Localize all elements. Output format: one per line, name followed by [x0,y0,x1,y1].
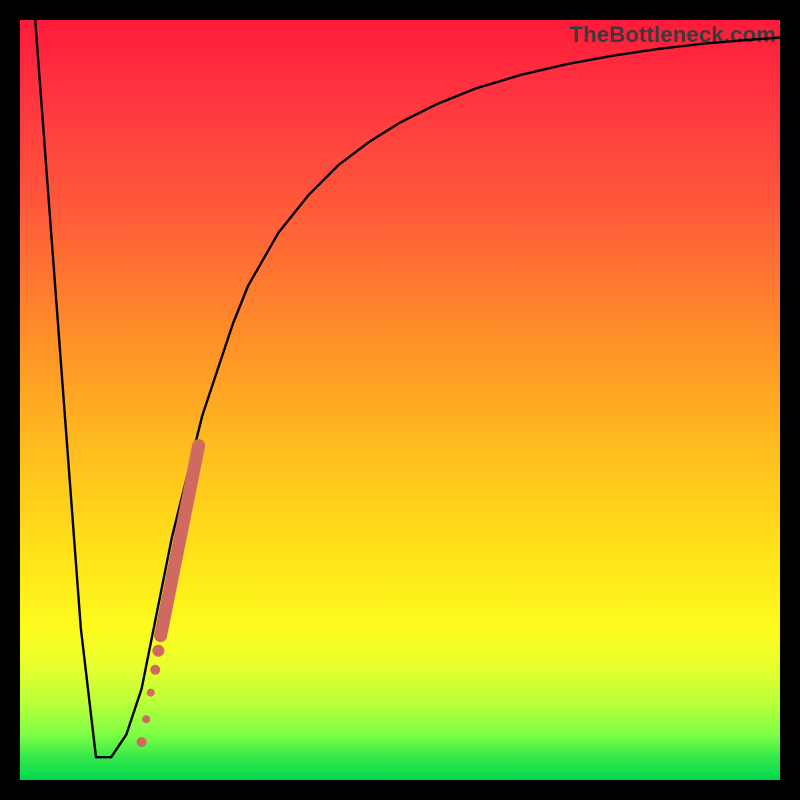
highlight-thick-segment [161,446,199,636]
highlight-markers [137,446,199,747]
plot-area: TheBottleneck.com [20,20,780,780]
chart-frame: TheBottleneck.com [0,0,800,800]
highlight-dot [152,645,164,657]
bottleneck-curve [35,20,780,757]
highlight-dot [147,689,155,697]
curve-svg [20,20,780,780]
highlight-dot [142,715,150,723]
curve-path [35,20,780,757]
highlight-dot [137,737,147,747]
highlight-dot [150,665,160,675]
